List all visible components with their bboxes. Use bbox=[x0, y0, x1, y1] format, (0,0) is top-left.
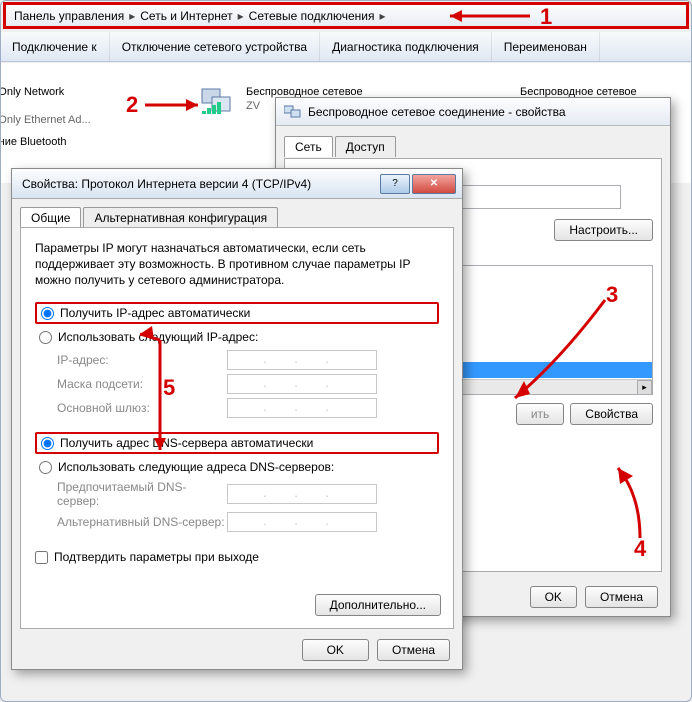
dialog-tabs: Общие Альтернативная конфигурация bbox=[12, 199, 462, 228]
network-adapter-icon bbox=[200, 85, 240, 120]
label-mask: Маска подсети: bbox=[57, 377, 227, 391]
dialog-titlebar[interactable]: Свойства: Протокол Интернета версии 4 (T… bbox=[12, 169, 462, 199]
ok-button[interactable]: OK bbox=[530, 586, 577, 608]
network-icon bbox=[284, 104, 302, 119]
breadcrumb-item-0[interactable]: Панель управления bbox=[10, 9, 128, 23]
label-dns2: Альтернативный DNS-сервер: bbox=[57, 515, 227, 529]
radio-dns-auto[interactable]: Получить адрес DNS-сервера автоматически bbox=[35, 432, 439, 454]
toolbar-item-2[interactable]: Диагностика подключения bbox=[320, 32, 492, 61]
help-button[interactable]: ? bbox=[380, 174, 410, 194]
radio-ip-manual-label: Использовать следующий IP-адрес: bbox=[58, 330, 258, 344]
radio-dns-auto-input[interactable] bbox=[41, 437, 54, 450]
connection-status: чено bbox=[0, 99, 91, 113]
input-ip: . . . bbox=[227, 350, 377, 370]
radio-dns-auto-label: Получить адрес DNS-сервера автоматически bbox=[60, 436, 313, 450]
radio-dns-manual-label: Использовать следующие адреса DNS-сервер… bbox=[58, 460, 334, 474]
radio-dns-manual-input[interactable] bbox=[39, 461, 52, 474]
chevron-right-icon: ▸ bbox=[237, 9, 245, 23]
input-mask: . . . bbox=[227, 374, 377, 394]
connection-name: е подключение Bluetooth bbox=[0, 135, 67, 149]
tab-network[interactable]: Сеть bbox=[284, 136, 333, 157]
cancel-button[interactable]: Отмена bbox=[377, 639, 450, 661]
ok-button[interactable]: OK bbox=[302, 639, 369, 661]
configure-button[interactable]: Настроить... bbox=[554, 219, 653, 241]
toolbar-item-1[interactable]: Отключение сетевого устройства bbox=[110, 32, 320, 61]
cancel-button[interactable]: Отмена bbox=[585, 586, 658, 608]
breadcrumb[interactable]: Панель управления ▸ Сеть и Интернет ▸ Се… bbox=[3, 2, 689, 29]
input-gateway: . . . bbox=[227, 398, 377, 418]
connection-detail: Box Host-Only Ethernet Ad... bbox=[0, 113, 91, 127]
dialog-title: Беспроводное сетевое соединение - свойст… bbox=[308, 105, 566, 119]
tab-general[interactable]: Общие bbox=[20, 207, 81, 228]
advanced-button[interactable]: Дополнительно... bbox=[315, 594, 441, 616]
radio-ip-auto-input[interactable] bbox=[41, 307, 54, 320]
breadcrumb-item-1[interactable]: Сеть и Интернет bbox=[136, 9, 236, 23]
input-dns1: . . . bbox=[227, 484, 377, 504]
breadcrumb-item-2[interactable]: Сетевые подключения bbox=[245, 9, 379, 23]
checkbox-validate-input[interactable] bbox=[35, 551, 48, 564]
tab-access[interactable]: Доступ bbox=[335, 136, 396, 157]
toolbar: Подключение к Отключение сетевого устрой… bbox=[0, 32, 692, 62]
info-paragraph: Параметры IP могут назначаться автоматич… bbox=[35, 240, 439, 288]
dialog-tabs: Сеть Доступ bbox=[276, 126, 670, 157]
toolbar-item-0[interactable]: Подключение к bbox=[0, 32, 110, 61]
label-dns1: Предпочитаемый DNS-сервер: bbox=[57, 480, 227, 508]
properties-button[interactable]: Свойства bbox=[570, 403, 653, 425]
connection-item[interactable]: Box Host-Only Network чено Box Host-Only… bbox=[0, 85, 200, 127]
radio-ip-auto-label: Получить IP-адрес автоматически bbox=[60, 306, 250, 320]
connection-item[interactable]: е подключение Bluetooth bbox=[0, 135, 190, 149]
close-button[interactable]: ✕ bbox=[412, 174, 456, 194]
radio-dns-manual[interactable]: Использовать следующие адреса DNS-сервер… bbox=[35, 458, 439, 476]
checkbox-validate-label: Подтвердить параметры при выходе bbox=[54, 550, 259, 564]
toolbar-item-3[interactable]: Переименован bbox=[492, 32, 600, 61]
chevron-right-icon: ▸ bbox=[128, 9, 136, 23]
chevron-right-icon: ▸ bbox=[378, 9, 386, 23]
properties-dialog-ipv4: Свойства: Протокол Интернета версии 4 (T… bbox=[11, 168, 463, 670]
label-gateway: Основной шлюз: bbox=[57, 401, 227, 415]
tab-alt-config[interactable]: Альтернативная конфигурация bbox=[83, 207, 278, 228]
checkbox-validate[interactable]: Подтвердить параметры при выходе bbox=[35, 550, 439, 564]
radio-ip-manual[interactable]: Использовать следующий IP-адрес: bbox=[35, 328, 439, 346]
label-ip: IP-адрес: bbox=[57, 353, 227, 367]
radio-ip-auto[interactable]: Получить IP-адрес автоматически bbox=[35, 302, 439, 324]
dialog-titlebar[interactable]: Беспроводное сетевое соединение - свойст… bbox=[276, 98, 670, 126]
input-dns2: . . . bbox=[227, 512, 377, 532]
radio-ip-manual-input[interactable] bbox=[39, 331, 52, 344]
connection-name: Box Host-Only Network bbox=[0, 85, 91, 99]
dialog-title: Свойства: Протокол Интернета версии 4 (T… bbox=[22, 177, 311, 191]
install-button[interactable]: ить bbox=[516, 403, 564, 425]
scroll-right-icon[interactable]: ▸ bbox=[637, 380, 652, 395]
